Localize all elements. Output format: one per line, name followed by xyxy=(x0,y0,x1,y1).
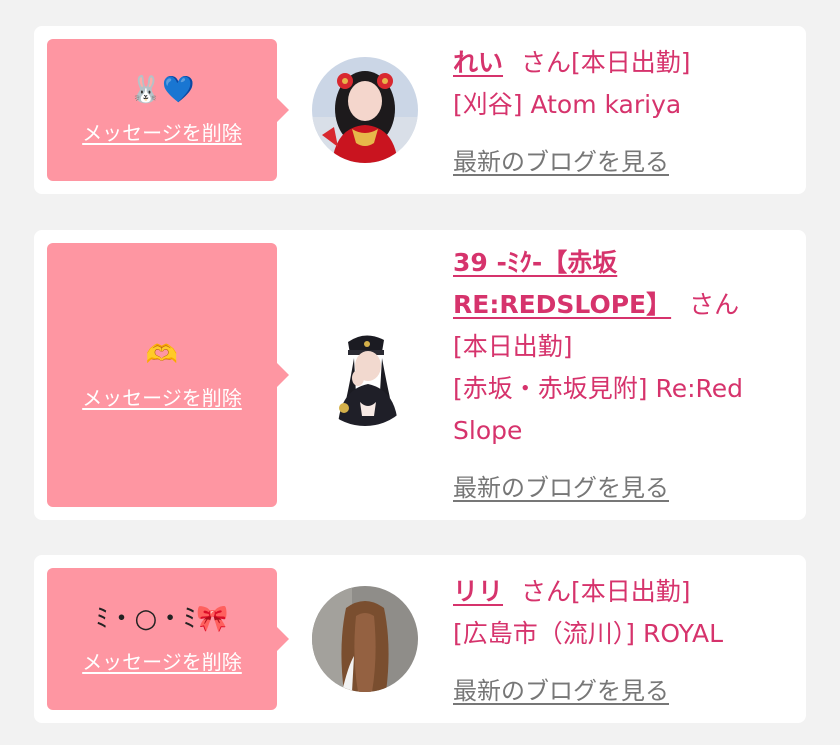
work-status: [本日出勤] xyxy=(453,332,573,361)
name-line: リリ さん[本日出勤] xyxy=(453,571,783,613)
shop-info: [赤坂・赤坂見附] Re:Red xyxy=(453,374,744,403)
message-bubble: ﾐ・○・ﾐ🎀 メッセージを削除 xyxy=(47,568,289,710)
honorific: さん xyxy=(689,290,740,319)
latest-blog-link[interactable]: 最新のブログを見る xyxy=(453,677,669,705)
delete-message-button[interactable]: メッセージを削除 xyxy=(82,117,242,146)
work-status: [本日出勤] xyxy=(571,48,691,77)
latest-blog-link[interactable]: 最新のブログを見る xyxy=(453,474,669,502)
message-text: ﾐ・○・ﾐ🎀 xyxy=(95,603,229,634)
cast-name-link[interactable]: リリ xyxy=(453,577,503,606)
shop-info: [広島市（流川）] ROYAL xyxy=(453,619,723,648)
honorific: さん xyxy=(521,48,572,77)
delete-message-button[interactable]: メッセージを削除 xyxy=(82,646,242,675)
cast-photo-red-dress-icon xyxy=(312,57,418,163)
shop-info: [刈谷] Atom kariya xyxy=(453,90,682,119)
message-card: 🐰💙 メッセージを削除 れい さん[本日出勤] [刈谷] Atom kariya … xyxy=(34,26,806,194)
latest-blog-link[interactable]: 最新のブログを見る xyxy=(453,148,669,176)
shop-info: Slope xyxy=(453,416,523,445)
cast-name-link[interactable]: 39 -ﾐｸ-【赤坂 xyxy=(453,248,617,277)
name-line: れい さん[本日出勤] xyxy=(453,42,783,84)
avatar[interactable] xyxy=(312,57,418,163)
cast-info: リリ さん[本日出勤] [広島市（流川）] ROYAL 最新のブログを見る xyxy=(453,571,783,706)
cast-photo-police-costume-icon xyxy=(312,320,418,426)
cast-info: 39 -ﾐｸ-【赤坂 RE:REDSLOPE】 さん [本日出勤] [赤坂・赤坂見… xyxy=(453,242,783,503)
delete-message-button[interactable]: メッセージを削除 xyxy=(82,382,242,411)
message-text: 🐰💙 xyxy=(129,74,195,105)
cast-name-link[interactable]: れい xyxy=(453,48,503,77)
cast-name-link[interactable]: RE:REDSLOPE】 xyxy=(453,290,671,319)
name-line: RE:REDSLOPE】 さん xyxy=(453,284,783,326)
work-status: [本日出勤] xyxy=(571,577,691,606)
message-bubble: 🫶 メッセージを削除 xyxy=(47,243,289,507)
avatar[interactable] xyxy=(312,586,418,692)
cast-photo-back-view-icon xyxy=(312,586,418,692)
name-line: 39 -ﾐｸ-【赤坂 xyxy=(453,242,783,284)
honorific: さん xyxy=(521,577,572,606)
message-card: 🫶 メッセージを削除 39 -ﾐｸ-【赤坂 RE:REDSLOPE】 さん [本日… xyxy=(34,230,806,520)
message-card: ﾐ・○・ﾐ🎀 メッセージを削除 リリ さん[本日出勤] [広島市（流川）] ROY… xyxy=(34,555,806,723)
avatar[interactable] xyxy=(312,320,418,426)
message-text: 🫶 xyxy=(145,339,179,370)
message-bubble: 🐰💙 メッセージを削除 xyxy=(47,39,289,181)
cast-info: れい さん[本日出勤] [刈谷] Atom kariya 最新のブログを見る xyxy=(453,42,783,177)
